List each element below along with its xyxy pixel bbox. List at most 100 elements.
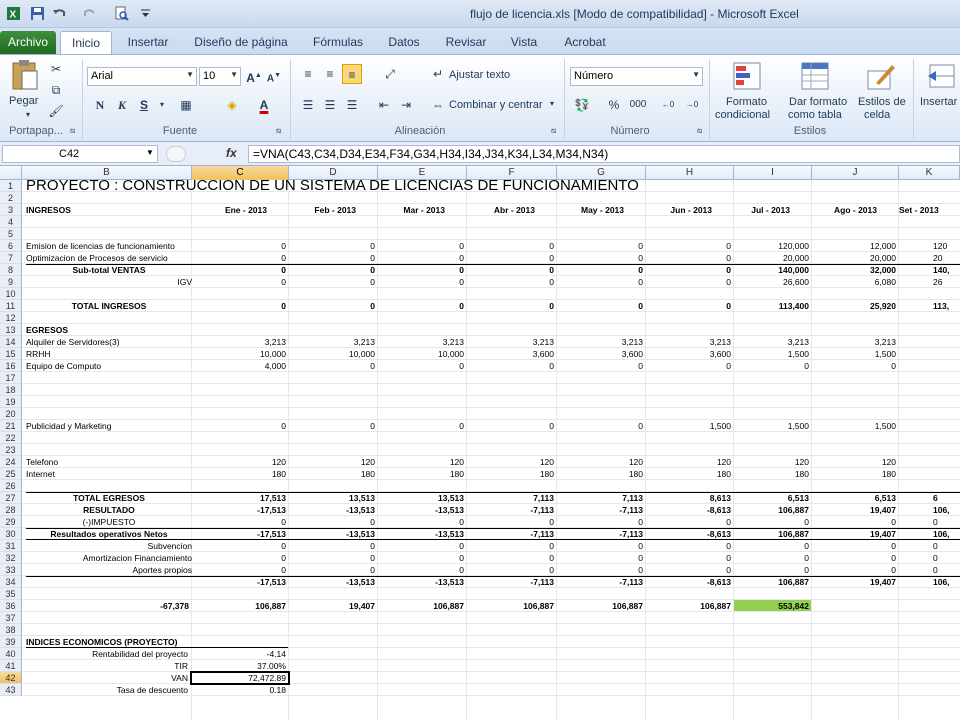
tab-formulas[interactable]: Fórmulas	[306, 31, 370, 54]
value-cell[interactable]: 0	[557, 360, 643, 372]
value-cell[interactable]: 1,500	[812, 348, 896, 360]
row-header[interactable]: 6	[0, 240, 22, 252]
row-label[interactable]: Internet	[26, 468, 192, 480]
value-cell[interactable]: 180	[378, 468, 464, 480]
value-cell[interactable]: 0	[378, 264, 464, 276]
row-header[interactable]: 12	[0, 312, 22, 324]
borders-icon[interactable]: ▦	[176, 95, 196, 115]
row-header[interactable]: 11	[0, 300, 22, 312]
value-cell[interactable]: 3,600	[557, 348, 643, 360]
value-cell[interactable]: 180	[289, 468, 375, 480]
row-header[interactable]: 37	[0, 612, 22, 624]
row-header[interactable]: 13	[0, 324, 22, 336]
value-cell[interactable]: 3,213	[467, 336, 554, 348]
value-cell[interactable]: 0	[812, 360, 896, 372]
value-cell[interactable]: 0	[557, 564, 643, 576]
value-cell[interactable]: 180	[192, 468, 286, 480]
value-cell[interactable]: 1,500	[734, 420, 809, 432]
section-label-ingresos[interactable]: INGRESOS	[26, 204, 186, 216]
value-cell[interactable]: 0	[467, 252, 554, 264]
row-header[interactable]: 4	[0, 216, 22, 228]
value-cell[interactable]: 1,500	[734, 348, 809, 360]
shrink-font-icon[interactable]: A▼	[264, 66, 284, 86]
font-name-select[interactable]: Arial ▼	[87, 67, 197, 86]
value-cell[interactable]: -7,113	[467, 504, 554, 516]
save-icon[interactable]	[30, 6, 45, 21]
value-cell[interactable]: 20	[933, 252, 960, 264]
row-label[interactable]: TOTAL EGRESOS	[26, 492, 192, 504]
align-left-icon[interactable]: ☰	[298, 95, 318, 115]
npv-row-cell[interactable]: 106,887	[557, 600, 643, 612]
index-value[interactable]: -4.14	[192, 648, 286, 660]
value-cell[interactable]: 0	[557, 420, 643, 432]
row-label[interactable]: Amortizacion Financiamiento	[26, 552, 192, 564]
month-header[interactable]: May - 2013	[557, 204, 624, 216]
index-label[interactable]: TIR	[26, 660, 188, 672]
font-launcher-icon[interactable]: ⧅	[276, 126, 281, 136]
decrease-indent-icon[interactable]: ⇤	[374, 95, 394, 115]
row-header[interactable]: 27	[0, 492, 22, 504]
wrap-text-button[interactable]: Ajustar texto	[449, 69, 510, 81]
row-label[interactable]: Publicidad y Marketing	[26, 420, 192, 432]
font-size-select[interactable]: 10 ▼	[199, 67, 241, 86]
tab-datos[interactable]: Datos	[380, 31, 428, 54]
row-header[interactable]: 30	[0, 528, 22, 540]
index-label[interactable]: Tasa de descuento	[26, 684, 188, 696]
index-label[interactable]: Rentabilidad del proyecto	[26, 648, 188, 660]
row-header[interactable]: 39	[0, 636, 22, 648]
font-color-icon[interactable]: A	[254, 95, 274, 115]
tab-revisar[interactable]: Revisar	[438, 31, 494, 54]
row-header[interactable]: 23	[0, 444, 22, 456]
npv-row-cell[interactable]: 106,887	[467, 600, 554, 612]
value-cell[interactable]: 0	[289, 252, 375, 264]
value-cell[interactable]: 0	[557, 516, 643, 528]
name-box[interactable]: C42	[2, 145, 158, 163]
value-cell[interactable]: -7,113	[467, 576, 554, 588]
align-middle-icon[interactable]: ≡	[320, 64, 340, 84]
fill-color-icon[interactable]: ◈	[222, 95, 242, 115]
value-cell[interactable]: 0	[192, 276, 286, 288]
tab-file[interactable]: Archivo	[0, 31, 56, 54]
row-header[interactable]: 33	[0, 564, 22, 576]
value-cell[interactable]: 0	[192, 264, 286, 276]
value-cell[interactable]: 0	[289, 516, 375, 528]
value-cell[interactable]: 0	[646, 252, 731, 264]
row-header[interactable]: 24	[0, 456, 22, 468]
value-cell[interactable]: 0	[378, 516, 464, 528]
value-cell[interactable]: 180	[734, 468, 809, 480]
npv-row-cell[interactable]: 106,887	[378, 600, 464, 612]
value-cell[interactable]: -17,513	[192, 504, 286, 516]
value-cell[interactable]: 1,500	[646, 420, 731, 432]
value-cell[interactable]: 19,407	[812, 504, 896, 516]
row-header[interactable]: 1	[0, 180, 22, 192]
conditional-format-label-1[interactable]: Formato	[726, 96, 767, 108]
row-header[interactable]: 10	[0, 288, 22, 300]
value-cell[interactable]: 0	[467, 420, 554, 432]
tab-vista[interactable]: Vista	[504, 31, 544, 54]
value-cell[interactable]: 13,513	[289, 492, 375, 504]
value-cell[interactable]: 0	[378, 300, 464, 312]
value-cell[interactable]: 0	[646, 516, 731, 528]
value-cell[interactable]: 180	[646, 468, 731, 480]
value-cell[interactable]: 0	[557, 264, 643, 276]
value-cell[interactable]: 106,887	[734, 504, 809, 516]
value-cell[interactable]: 3,213	[734, 336, 809, 348]
value-cell[interactable]: 0	[378, 540, 464, 552]
value-cell[interactable]: 0	[192, 564, 286, 576]
value-cell[interactable]: 0	[933, 516, 960, 528]
column-header-j[interactable]: J	[812, 166, 899, 180]
value-cell[interactable]: 0	[557, 276, 643, 288]
value-cell[interactable]: 0	[467, 276, 554, 288]
value-cell[interactable]: 120	[192, 456, 286, 468]
month-header[interactable]: Jun - 2013	[646, 204, 712, 216]
row-header[interactable]: 21	[0, 420, 22, 432]
value-cell[interactable]: -13,513	[378, 576, 464, 588]
value-cell[interactable]: 120	[734, 456, 809, 468]
row-label[interactable]: Alquiler de Servidores(3)	[26, 336, 192, 348]
row-header[interactable]: 3	[0, 204, 22, 216]
row-label[interactable]: Subvencion	[26, 540, 192, 552]
value-cell[interactable]: -8,613	[646, 576, 731, 588]
value-cell[interactable]: 113,	[933, 300, 960, 312]
value-cell[interactable]: 0	[289, 420, 375, 432]
chevron-down-icon[interactable]: ▼	[146, 148, 154, 157]
